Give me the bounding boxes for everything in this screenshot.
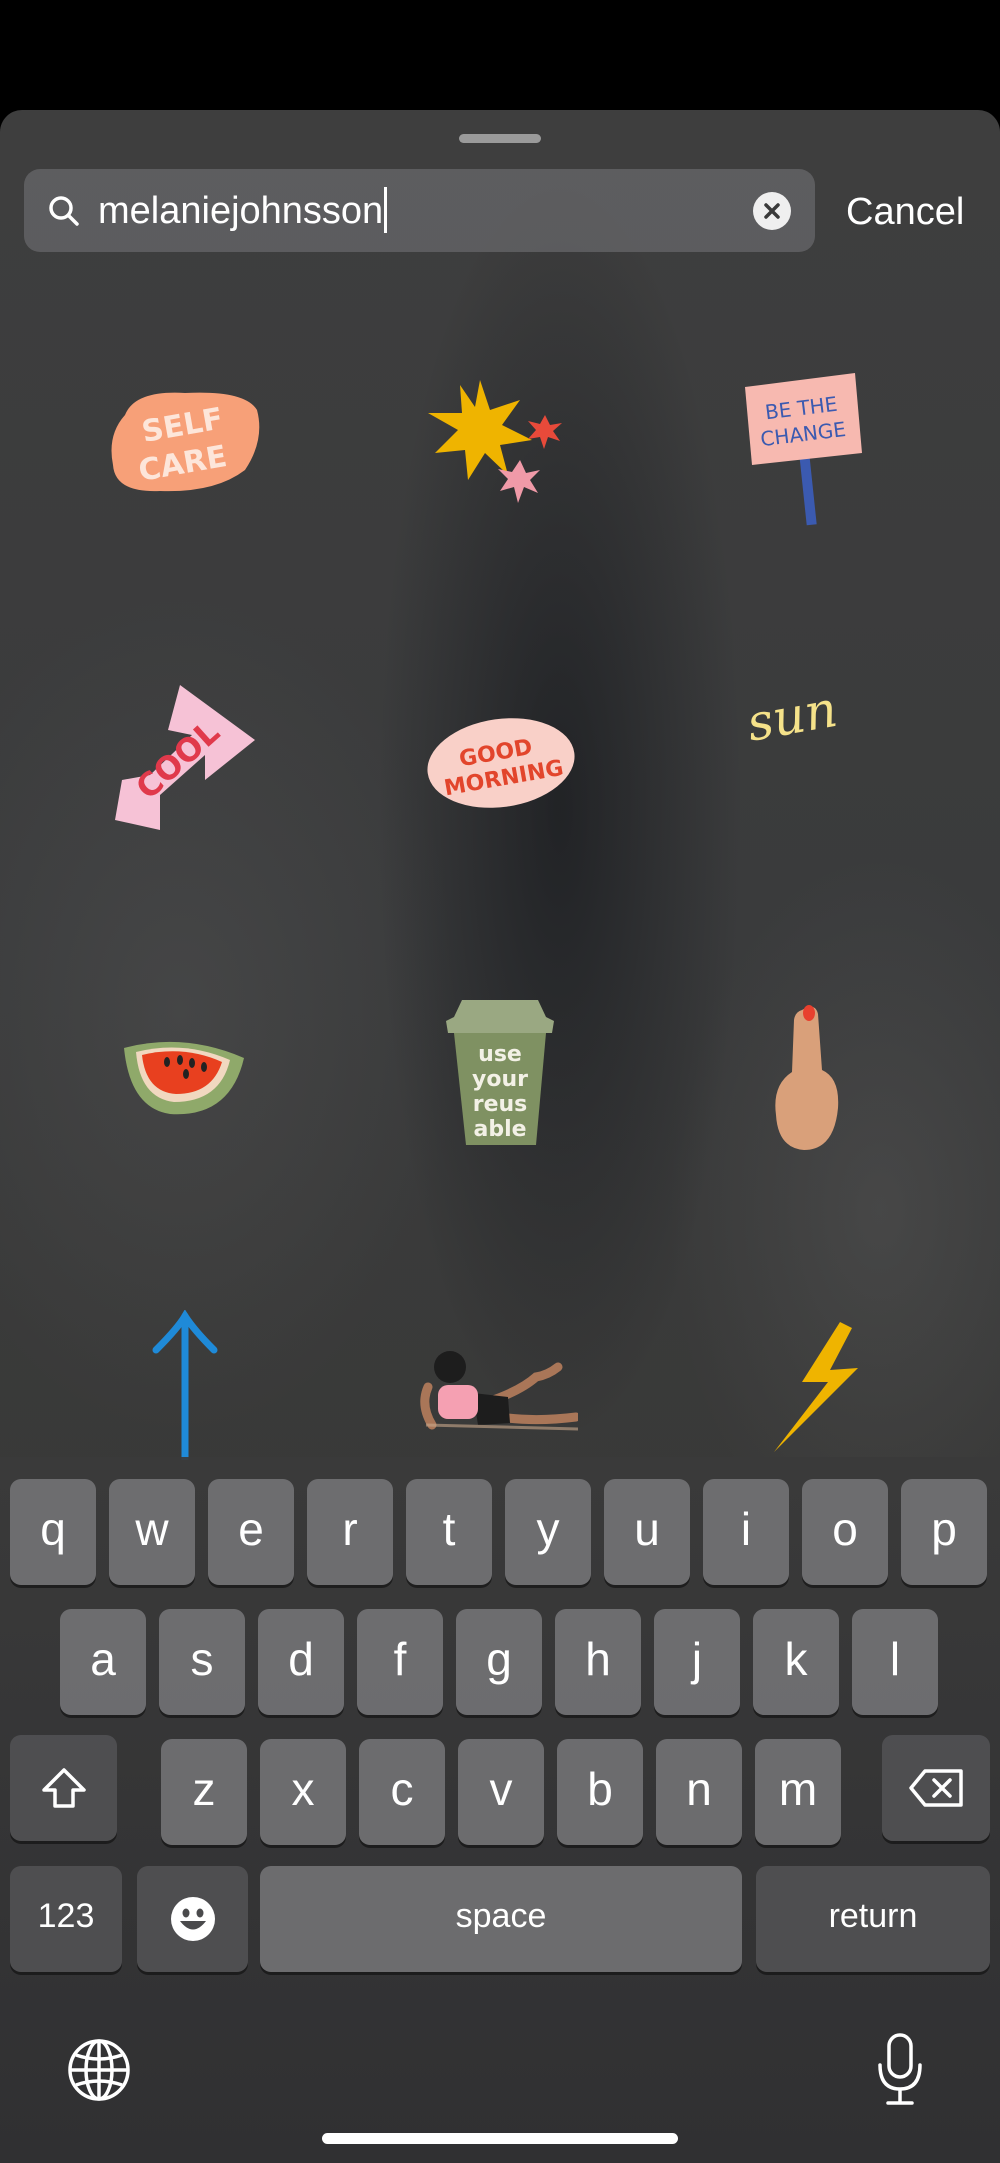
key-u[interactable]: u bbox=[604, 1479, 690, 1585]
up-arrow-sticker[interactable] bbox=[150, 1310, 220, 1460]
emoji-key[interactable] bbox=[137, 1866, 248, 1972]
key-f[interactable]: f bbox=[357, 1609, 443, 1715]
svg-text:your: your bbox=[472, 1067, 528, 1092]
pointing-hand-sticker[interactable] bbox=[770, 1000, 845, 1155]
key-k[interactable]: k bbox=[753, 1609, 839, 1715]
svg-text:able: able bbox=[473, 1117, 526, 1142]
key-c[interactable]: c bbox=[359, 1739, 445, 1845]
key-y[interactable]: y bbox=[505, 1479, 591, 1585]
key-j[interactable]: j bbox=[654, 1609, 740, 1715]
key-h[interactable]: h bbox=[555, 1609, 641, 1715]
globe-icon[interactable] bbox=[66, 2037, 132, 2103]
key-z[interactable]: z bbox=[161, 1739, 247, 1845]
key-r[interactable]: r bbox=[307, 1479, 393, 1585]
space-key[interactable]: space bbox=[260, 1866, 742, 1972]
shift-key[interactable] bbox=[10, 1735, 117, 1841]
backspace-key[interactable] bbox=[882, 1735, 990, 1841]
emoji-icon bbox=[170, 1897, 215, 1941]
key-q[interactable]: q bbox=[10, 1479, 96, 1585]
reusable-cup-sticker[interactable]: use your reus able bbox=[440, 995, 560, 1150]
on-screen-keyboard: qwertyuiop asdfghjkl zxcvbnm 123 space r… bbox=[0, 1457, 1000, 2163]
svg-text:sun: sun bbox=[743, 680, 842, 753]
search-icon bbox=[49, 196, 79, 226]
exercising-woman-sticker[interactable] bbox=[418, 1345, 578, 1435]
key-p[interactable]: p bbox=[901, 1479, 987, 1585]
home-indicator bbox=[322, 2133, 678, 2144]
key-o[interactable]: o bbox=[802, 1479, 888, 1585]
text-caret bbox=[384, 186, 388, 233]
sun-sticker[interactable]: sun bbox=[740, 675, 850, 765]
key-n[interactable]: n bbox=[656, 1739, 742, 1845]
close-icon bbox=[764, 203, 780, 219]
key-e[interactable]: e bbox=[208, 1479, 294, 1585]
key-x[interactable]: x bbox=[260, 1739, 346, 1845]
key-l[interactable]: l bbox=[852, 1609, 938, 1715]
key-s[interactable]: s bbox=[159, 1609, 245, 1715]
key-v[interactable]: v bbox=[458, 1739, 544, 1845]
self-care-sticker[interactable]: SELF CARE bbox=[105, 385, 265, 500]
svg-text:use: use bbox=[478, 1042, 522, 1067]
watermelon-sticker[interactable] bbox=[122, 1030, 247, 1120]
key-d[interactable]: d bbox=[258, 1609, 344, 1715]
shift-icon bbox=[41, 1768, 86, 1808]
key-m[interactable]: m bbox=[755, 1739, 841, 1845]
sheet-grabber[interactable] bbox=[459, 134, 541, 143]
clear-search-button[interactable] bbox=[753, 192, 791, 230]
be-the-change-sticker[interactable]: BE THE CHANGE bbox=[740, 365, 870, 530]
key-i[interactable]: i bbox=[703, 1479, 789, 1585]
good-morning-sticker[interactable]: GOOD MORNING bbox=[425, 715, 577, 811]
key-b[interactable]: b bbox=[557, 1739, 643, 1845]
svg-text:reus: reus bbox=[473, 1092, 528, 1117]
lightning-bolt-sticker[interactable] bbox=[770, 1320, 865, 1455]
return-key[interactable]: return bbox=[756, 1866, 990, 1972]
cancel-button[interactable]: Cancel bbox=[846, 188, 964, 236]
numbers-key[interactable]: 123 bbox=[10, 1866, 122, 1972]
starburst-sticker[interactable] bbox=[420, 375, 570, 515]
cool-arrow-sticker[interactable]: COOL bbox=[110, 680, 260, 840]
key-t[interactable]: t bbox=[406, 1479, 492, 1585]
backspace-icon bbox=[909, 1769, 963, 1807]
search-input[interactable]: melaniejohnsson bbox=[24, 169, 815, 252]
key-w[interactable]: w bbox=[109, 1479, 195, 1585]
search-query-text: melaniejohnsson bbox=[98, 190, 384, 232]
microphone-icon[interactable] bbox=[876, 2031, 924, 2107]
key-a[interactable]: a bbox=[60, 1609, 146, 1715]
key-g[interactable]: g bbox=[456, 1609, 542, 1715]
